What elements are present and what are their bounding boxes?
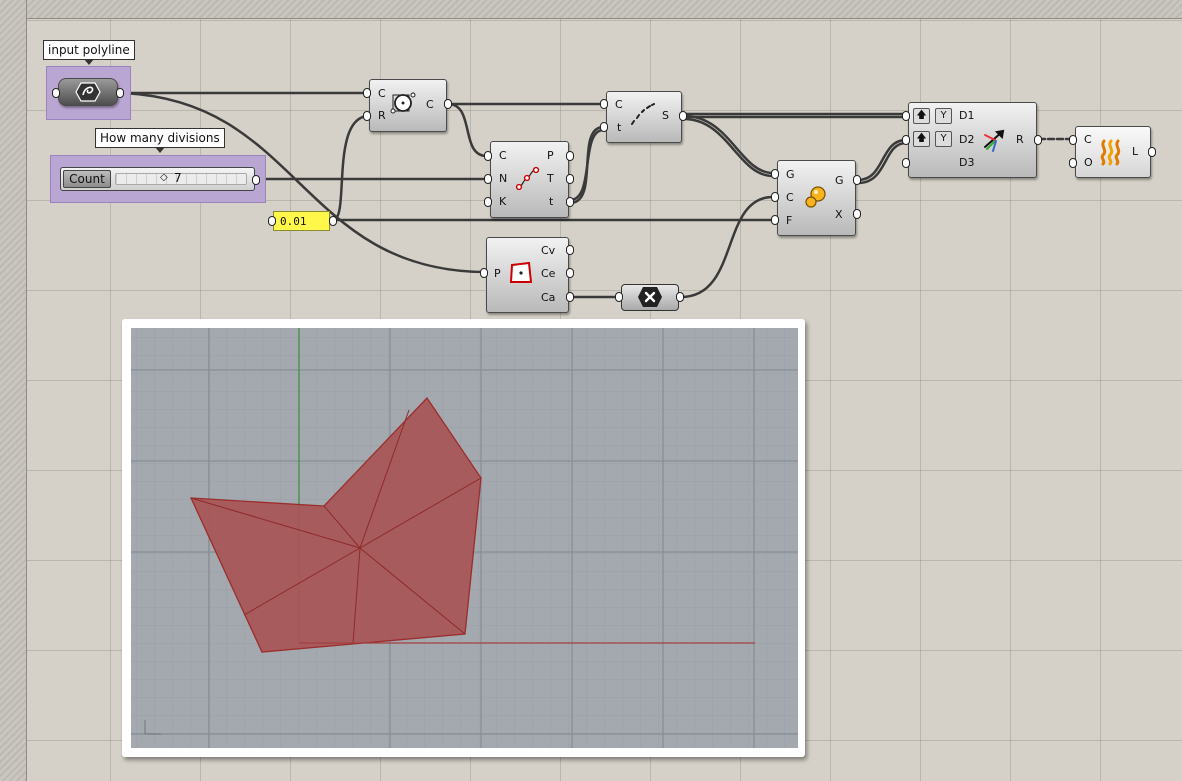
rhino-viewport[interactable] xyxy=(131,328,798,748)
negate-pin-in[interactable] xyxy=(615,292,623,302)
point-in-input-g: G xyxy=(786,168,795,181)
merge-pin-d2[interactable] xyxy=(902,135,910,145)
point-in-pin-g[interactable] xyxy=(771,169,779,179)
point-in-input-f: F xyxy=(786,214,793,227)
graft-toggle-icon-1[interactable]: Y xyxy=(935,108,952,124)
slider-label: Count xyxy=(63,170,111,188)
point-containment-icon xyxy=(802,183,830,214)
divide-pin-t[interactable] xyxy=(566,174,574,184)
panel-input-pin[interactable] xyxy=(268,216,276,226)
shatter-pin-s[interactable] xyxy=(679,111,687,121)
shatter-pin-t[interactable] xyxy=(600,122,608,132)
negate-pin-out[interactable] xyxy=(676,292,684,302)
area-output-cv: Cv xyxy=(541,244,556,257)
polyline-group-label: input polyline xyxy=(43,40,135,65)
circle-cnr-icon xyxy=(390,89,418,120)
panel-output-pin[interactable] xyxy=(329,216,337,226)
shatter-input-c: C xyxy=(615,98,623,111)
divide-pin-c[interactable] xyxy=(484,151,492,161)
tolerance-panel[interactable]: 0.01 xyxy=(273,211,330,231)
area-pin-ca[interactable] xyxy=(566,292,574,302)
divide-output-p: P xyxy=(547,149,554,162)
divide-input-n: N xyxy=(499,172,508,185)
circle-output-c: C xyxy=(426,98,434,111)
loft-input-o: O xyxy=(1084,156,1093,169)
curve-param[interactable] xyxy=(58,78,118,106)
area-pin-cv[interactable] xyxy=(566,245,574,255)
flatten-toggle-icon-1[interactable]: 🡅 xyxy=(913,108,930,124)
slider-output-pin[interactable] xyxy=(252,175,260,185)
point-in-pin-out-g[interactable] xyxy=(853,175,861,185)
circle-input-r: R xyxy=(378,109,386,122)
shatter-input-t: t xyxy=(617,121,622,134)
slider-grip-icon[interactable]: ◇ xyxy=(160,172,168,183)
shatter-icon xyxy=(629,100,657,131)
loft-icon xyxy=(1098,138,1126,169)
negate-component[interactable] xyxy=(621,284,679,311)
loft-pin-c[interactable] xyxy=(1069,135,1077,145)
point-in-pin-out-x[interactable] xyxy=(853,209,861,219)
merge-component[interactable]: 🡅 Y 🡅 Y D1 D2 D3 R xyxy=(908,102,1037,178)
point-in-pin-f[interactable] xyxy=(771,215,779,225)
divide-input-k: K xyxy=(499,195,507,208)
divide-pin-n[interactable] xyxy=(484,174,492,184)
area-icon xyxy=(507,260,535,291)
loft-output-l: L xyxy=(1132,145,1139,158)
area-output-ca: Ca xyxy=(541,291,556,304)
shatter-component[interactable]: C t S xyxy=(606,91,682,143)
area-pin-p[interactable] xyxy=(480,268,488,278)
point-in-output-g: G xyxy=(835,174,844,187)
graft-toggle-icon-2[interactable]: Y xyxy=(935,131,952,147)
slider-value: 7 xyxy=(174,171,182,185)
merge-input-d3: D3 xyxy=(959,156,975,169)
divide-curve-component[interactable]: C N K P T t xyxy=(490,141,569,218)
shatter-pin-c[interactable] xyxy=(600,99,608,109)
divide-pin-t-param[interactable] xyxy=(566,197,574,207)
merge-input-d2: D2 xyxy=(959,133,975,146)
wire-panel-to-circle-r xyxy=(331,114,370,222)
curve-param-input-pin[interactable] xyxy=(52,88,60,98)
divide-pin-p[interactable] xyxy=(566,151,574,161)
merge-pin-d1[interactable] xyxy=(902,111,910,121)
merge-input-d1: D1 xyxy=(959,109,975,122)
circle-pin-out[interactable] xyxy=(444,99,452,109)
area-output-ce: Ce xyxy=(541,267,556,280)
shatter-output-s: S xyxy=(662,109,669,122)
curve-param-output-pin[interactable] xyxy=(116,88,124,98)
point-in-input-c: C xyxy=(786,191,794,204)
point-in-output-x: X xyxy=(835,208,843,221)
negate-icon xyxy=(637,286,663,311)
point-in-pin-c[interactable] xyxy=(771,192,779,202)
divide-output-t-lower: t xyxy=(549,195,554,208)
area-component[interactable]: P Cv Ce Ca xyxy=(486,237,569,313)
merge-output-r: R xyxy=(1016,133,1024,146)
merge-pin-d3[interactable] xyxy=(902,158,910,168)
divisions-group-label: How many divisions xyxy=(95,128,225,153)
flatten-toggle-icon-2[interactable]: 🡅 xyxy=(913,131,930,147)
loft-pin-o[interactable] xyxy=(1069,158,1077,168)
divide-pin-k[interactable] xyxy=(484,197,492,207)
loft-component[interactable]: C O L xyxy=(1075,126,1151,178)
circle-pin-r[interactable] xyxy=(363,111,371,121)
wire-shatter-to-point-in-2 xyxy=(682,117,775,178)
circle-input-c: C xyxy=(378,87,386,100)
area-pin-ce[interactable] xyxy=(566,268,574,278)
wire-circle-to-divide xyxy=(446,102,488,158)
wire-divide-to-shatter-2 xyxy=(568,128,605,202)
circle-pin-c[interactable] xyxy=(363,88,371,98)
divide-curve-icon xyxy=(515,166,541,195)
curve-icon xyxy=(75,81,101,106)
count-slider[interactable]: Count ◇ 7 xyxy=(60,167,255,191)
wire-negate-to-point-in xyxy=(679,195,775,299)
circle-component[interactable]: C R C xyxy=(369,79,447,132)
viewport-scene xyxy=(131,328,798,748)
point-in-curve-component[interactable]: G C F G X xyxy=(777,160,856,236)
merge-pin-r[interactable] xyxy=(1034,135,1042,145)
area-input-p: P xyxy=(494,267,501,280)
divide-input-c: C xyxy=(499,149,507,162)
loft-input-c: C xyxy=(1084,133,1092,146)
merge-icon xyxy=(981,125,1009,156)
divide-output-t-upper: T xyxy=(547,172,554,185)
loft-pin-l[interactable] xyxy=(1148,147,1156,157)
